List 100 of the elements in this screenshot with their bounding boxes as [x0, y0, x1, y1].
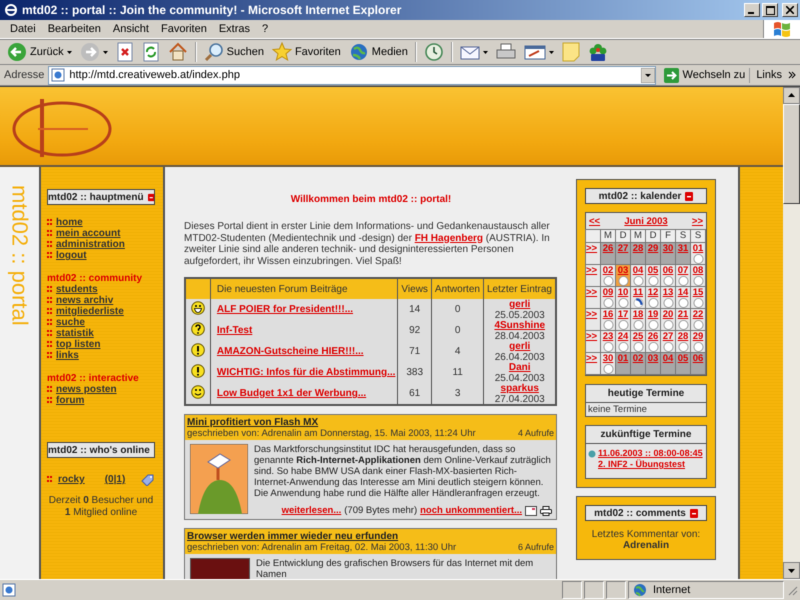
day-link[interactable]: 13: [662, 287, 674, 298]
day-link[interactable]: 14: [678, 287, 688, 298]
day-link[interactable]: 22: [692, 309, 704, 320]
day-link[interactable]: 23: [602, 331, 614, 342]
day-link[interactable]: 18: [632, 309, 644, 320]
back-button[interactable]: Zurück: [4, 41, 75, 63]
read-more-link[interactable]: weiterlesen...: [282, 505, 342, 516]
day-link[interactable]: 01: [692, 243, 704, 254]
day-link[interactable]: 27: [618, 243, 628, 254]
menu-link[interactable]: statistik: [56, 328, 94, 339]
day-link[interactable]: 24: [618, 331, 628, 342]
day-link[interactable]: 03: [648, 353, 658, 364]
minus-icon[interactable]: [690, 508, 698, 518]
day-link[interactable]: 30: [602, 353, 614, 364]
day-link[interactable]: 30: [662, 243, 674, 254]
previous-month-link[interactable]: <<: [589, 216, 600, 227]
week-link[interactable]: >>: [586, 353, 598, 364]
month-link[interactable]: Juni 2003: [624, 216, 668, 227]
day-link[interactable]: 03: [618, 265, 628, 276]
menu-link[interactable]: forum: [56, 395, 84, 406]
menu-item[interactable]: Ansicht: [106, 23, 155, 35]
minus-icon[interactable]: [685, 192, 694, 200]
day-link[interactable]: 04: [632, 265, 644, 276]
menu-link[interactable]: mein account: [56, 228, 120, 239]
envelope-icon[interactable]: [525, 506, 537, 516]
day-link[interactable]: 11: [632, 287, 644, 298]
printer-icon[interactable]: [540, 506, 552, 516]
day-link[interactable]: 29: [648, 243, 658, 254]
user-link[interactable]: rocky: [58, 474, 85, 485]
minimize-button[interactable]: [744, 3, 760, 17]
menu-link[interactable]: news posten: [56, 384, 117, 395]
menu-link[interactable]: administration: [56, 239, 125, 250]
author-link[interactable]: gerli: [509, 299, 530, 310]
scroll-thumb[interactable]: [783, 104, 800, 204]
media-button[interactable]: Medien: [346, 41, 411, 63]
day-link[interactable]: 08: [692, 265, 704, 276]
scroll-down-icon[interactable]: [783, 562, 800, 579]
day-link[interactable]: 05: [648, 265, 658, 276]
week-link[interactable]: >>: [586, 243, 598, 254]
hagenberg-link[interactable]: FH Hagenberg: [414, 232, 484, 244]
day-link[interactable]: 25: [632, 331, 644, 342]
topic-link[interactable]: Inf-Test: [216, 325, 252, 336]
menu-link[interactable]: logout: [56, 250, 87, 261]
day-link[interactable]: 21: [678, 309, 688, 320]
day-link[interactable]: 02: [632, 353, 644, 364]
resize-grip-icon[interactable]: [786, 584, 798, 596]
menu-link[interactable]: news archiv: [56, 295, 114, 306]
menu-item[interactable]: Bearbeiten: [42, 23, 107, 35]
day-link[interactable]: 06: [692, 353, 704, 364]
day-link[interactable]: 07: [678, 265, 688, 276]
vertical-scrollbar[interactable]: [783, 87, 800, 579]
day-link[interactable]: 06: [662, 265, 674, 276]
day-link[interactable]: 04: [662, 353, 674, 364]
dropdown-arrow-icon[interactable]: [640, 68, 655, 82]
menu-link[interactable]: links: [56, 350, 79, 361]
menu-item[interactable]: Extras: [212, 23, 256, 35]
week-link[interactable]: >>: [586, 331, 598, 342]
user-counts[interactable]: (0|1): [104, 474, 126, 485]
news-title-link[interactable]: Browser werden immer wieder neu erfunden: [187, 531, 398, 542]
day-link[interactable]: 02: [602, 265, 614, 276]
day-link[interactable]: 01: [618, 353, 628, 364]
day-link[interactable]: 20: [662, 309, 674, 320]
scroll-up-icon[interactable]: [783, 87, 800, 104]
event-link[interactable]: 11.06.2003 :: 08:00-08:45 2. INF2 - Übungstest: [598, 448, 703, 470]
day-link[interactable]: 17: [618, 309, 628, 320]
menu-link[interactable]: students: [56, 284, 98, 295]
menu-item[interactable]: Datei: [4, 23, 42, 35]
close-button[interactable]: [782, 3, 798, 17]
maximize-button[interactable]: [762, 3, 778, 17]
minus-icon[interactable]: [148, 192, 154, 202]
day-link[interactable]: 19: [648, 309, 658, 320]
day-link[interactable]: 29: [692, 331, 704, 342]
favorites-button[interactable]: Favoriten: [268, 41, 344, 63]
day-link[interactable]: 05: [678, 353, 688, 364]
day-link[interactable]: 27: [662, 331, 674, 342]
day-link[interactable]: 12: [648, 287, 658, 298]
comments-link[interactable]: noch unkommentiert...: [420, 505, 522, 516]
next-month-link[interactable]: >>: [692, 216, 703, 227]
news-title-link[interactable]: Mini profitiert von Flash MX: [187, 417, 318, 428]
author-link[interactable]: 4Sunshine: [494, 320, 546, 331]
links-button[interactable]: Links: [754, 69, 784, 81]
author-link[interactable]: gerli: [509, 341, 530, 352]
week-link[interactable]: >>: [586, 265, 598, 276]
chevron-icon[interactable]: [788, 71, 796, 79]
day-link[interactable]: 28: [678, 331, 688, 342]
menu-item[interactable]: ?: [256, 23, 274, 35]
day-link[interactable]: 28: [632, 243, 644, 254]
day-link[interactable]: 10: [618, 287, 628, 298]
day-link[interactable]: 31: [678, 243, 688, 254]
week-link[interactable]: >>: [586, 309, 598, 320]
day-link[interactable]: 26: [648, 331, 658, 342]
menu-link[interactable]: mitgliederliste: [56, 306, 124, 317]
week-link[interactable]: >>: [586, 287, 598, 298]
day-link[interactable]: 16: [602, 309, 614, 320]
menu-item[interactable]: Favoriten: [154, 23, 213, 35]
menu-link[interactable]: suche: [56, 317, 85, 328]
author-link[interactable]: Dani: [508, 362, 531, 373]
day-link[interactable]: 26: [602, 243, 614, 254]
author-link[interactable]: sparkus: [500, 383, 539, 394]
go-button[interactable]: Wechseln zu: [660, 68, 750, 82]
